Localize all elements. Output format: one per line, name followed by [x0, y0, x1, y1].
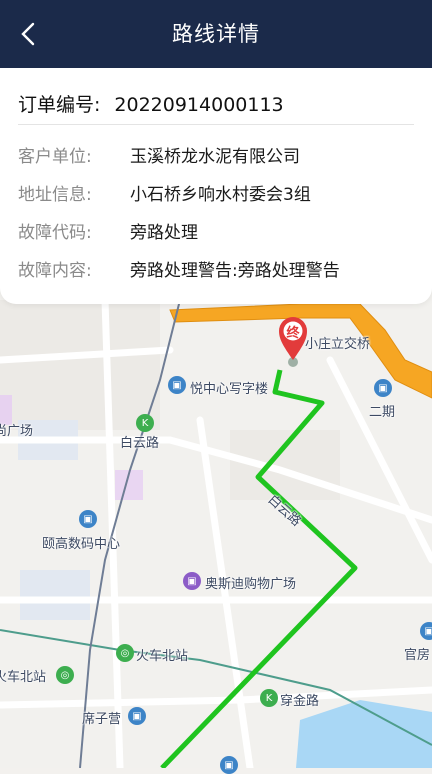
label-guanfang: 官房 [404, 648, 431, 663]
field-value: 旁路处理警告:旁路处理警告 [130, 261, 340, 281]
label-aosidi: 奥斯迪购物广场 [205, 577, 297, 592]
label-yigao: 颐高数码中心 [42, 537, 121, 552]
field-label: 故障内容: [18, 261, 92, 281]
field-label: 客户单位: [18, 147, 92, 167]
field-label: 故障代码: [18, 223, 92, 243]
field-value: 小石桥乡响水村委会3组 [130, 185, 311, 205]
label-huochebei-station: 火车北站 [136, 649, 189, 664]
page-title: 路线详情 [172, 22, 260, 46]
label-baiyunlu-station: 白云路 [120, 436, 160, 451]
end-marker-text: 终 [286, 326, 300, 341]
label-xiaozhuang: 小庄立交桥 [305, 337, 371, 352]
shopping-icon: ▣ [183, 572, 201, 590]
office-icon: ▣ [168, 376, 186, 394]
label-guangchang: 尚广场 [0, 424, 34, 439]
order-number-label: 订单编号: [18, 94, 101, 116]
label-erqi: 二期 [369, 405, 396, 420]
station-icon-2: ◎ [56, 666, 74, 684]
building-icon-xizi: ▣ [128, 707, 146, 725]
order-number-value: 20220914000113 [114, 94, 284, 116]
app-header: 路线详情 [0, 0, 432, 68]
order-number-row: 订单编号: 20220914000113 [18, 90, 284, 117]
label-huochebei: 火车北站 [0, 670, 47, 685]
field-row-address: 地址信息: 小石桥乡响水村委会3组 [18, 180, 311, 205]
subway-icon: K [136, 414, 154, 432]
building-icon: ▣ [374, 379, 392, 397]
label-xizi: 席子营 [82, 712, 122, 727]
field-value: 旁路处理 [130, 223, 198, 243]
field-row-customer: 客户单位: 玉溪桥龙水泥有限公司 [18, 142, 300, 167]
office-icon-yigao: ▣ [79, 510, 97, 528]
field-value: 玉溪桥龙水泥有限公司 [130, 147, 300, 167]
field-row-fault-content: 故障内容: 旁路处理警告:旁路处理警告 [18, 256, 340, 281]
subway-icon-chuanjin: K [260, 689, 278, 707]
building-icon-guanfang: ▣ [420, 622, 432, 640]
label-chuanjinlu: 穿金路 [280, 694, 320, 709]
label-yuezhongxin: 悦中心写字楼 [190, 382, 269, 397]
field-row-fault-code: 故障代码: 旁路处理 [18, 218, 198, 243]
station-icon: ◎ [116, 644, 134, 662]
field-label: 地址信息: [18, 185, 92, 205]
divider [18, 124, 414, 125]
order-info-card: 订单编号: 20220914000113 客户单位: 玉溪桥龙水泥有限公司 地址信息… [0, 68, 432, 304]
building-icon-bottom: ▣ [220, 756, 238, 774]
